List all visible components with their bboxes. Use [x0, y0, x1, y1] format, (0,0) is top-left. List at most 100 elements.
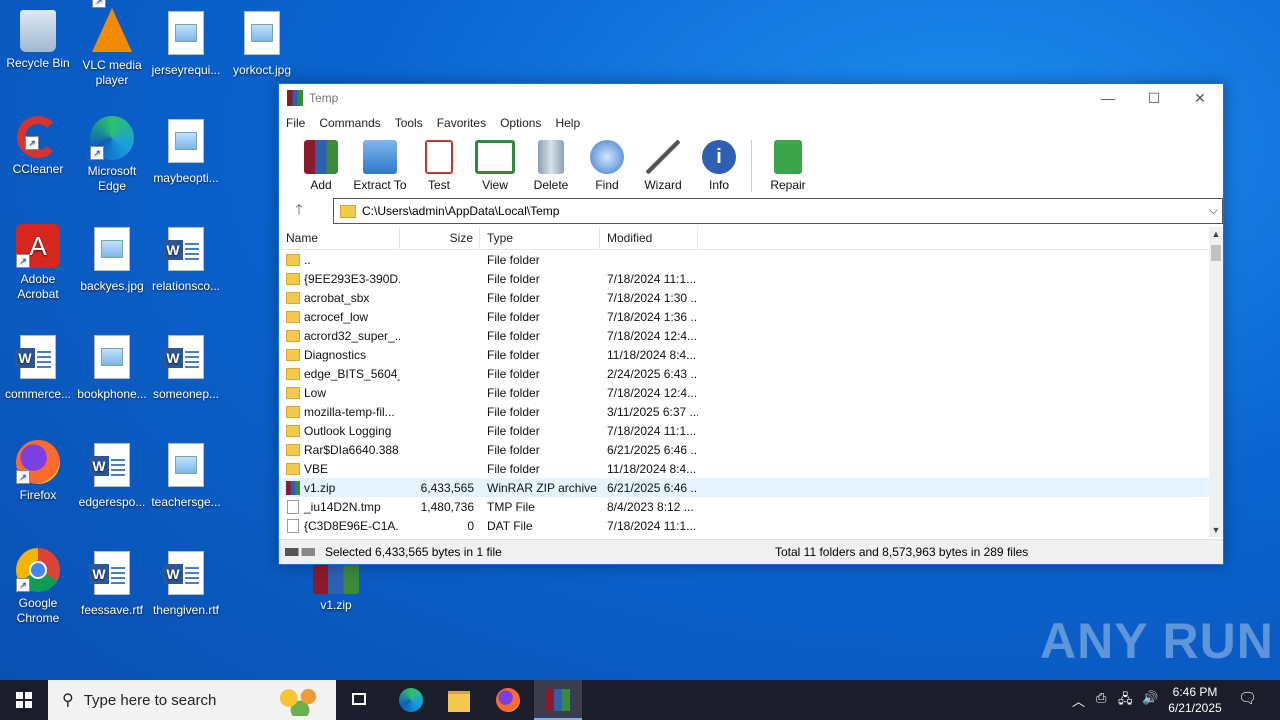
file-row[interactable]: acrocef_low File folder 7/18/2024 1:36 ... [279, 307, 1209, 326]
taskbar-firefox[interactable] [484, 680, 532, 720]
folder-icon [286, 405, 300, 418]
column-type[interactable]: Type [480, 227, 600, 249]
taskbar-winrar[interactable] [534, 680, 582, 720]
file-row[interactable]: Outlook Logging File folder 7/18/2024 11:1… [279, 421, 1209, 440]
desktop-icon-relationsco[interactable]: W relationsco... [148, 224, 224, 294]
chevron-down-icon[interactable]: ⌵ [1209, 203, 1218, 218]
file-row[interactable]: .. File folder [279, 250, 1209, 269]
file-row[interactable]: VBE File folder 11/18/2024 8:4... [279, 459, 1209, 478]
volume-icon[interactable]: 🔊 [1142, 690, 1158, 706]
file-row[interactable]: acrord32_super_... File folder 7/18/2024 1… [279, 326, 1209, 345]
file-type: DAT File [487, 518, 533, 533]
file-row[interactable]: edge_BITS_5604_... File folder 2/24/2025 6… [279, 364, 1209, 383]
menu-commands[interactable]: Commands [319, 116, 380, 130]
image-file-icon [238, 11, 286, 59]
winrar-icon [546, 689, 570, 711]
taskbar-edge[interactable] [388, 680, 436, 720]
file-row[interactable]: {C3D8E96E-C1A... 0 DAT File 7/18/2024 11:1.… [279, 516, 1209, 535]
vertical-scrollbar[interactable]: ▲ ▼ [1209, 227, 1223, 537]
start-button[interactable] [0, 680, 48, 720]
desktop-icon-teachersge[interactable]: teachersge... [148, 440, 224, 510]
windows-logo-icon [16, 692, 32, 708]
wizard-button[interactable]: Wizard [635, 140, 691, 192]
winrar-icon [287, 90, 303, 106]
title-bar[interactable]: Temp — ☐ ✕ [279, 84, 1223, 112]
scroll-down-icon[interactable]: ▼ [1209, 525, 1223, 535]
file-modified: 11/18/2024 8:4... [607, 461, 697, 476]
clock[interactable]: 6:46 PM 6/21/2025 [1166, 684, 1224, 716]
column-modified[interactable]: Modified [600, 227, 698, 249]
up-arrow-icon[interactable]: 🡑 [279, 199, 319, 223]
taskbar-search[interactable]: ⚲ Type here to search [48, 680, 336, 720]
file-size: 0 [467, 518, 474, 533]
desktop-icon-adobe-acrobat[interactable]: A ↗ Adobe Acrobat [0, 224, 76, 302]
extract-to-button[interactable]: Extract To [349, 140, 411, 192]
menu-help[interactable]: Help [555, 116, 580, 130]
desktop-icon-jerseyrequi[interactable]: jerseyrequi... [148, 8, 224, 78]
desktop-icon-edge[interactable]: ↗ Microsoft Edge [74, 116, 150, 194]
folder-icon [340, 204, 356, 218]
menu-options[interactable]: Options [500, 116, 541, 130]
minimize-button[interactable]: — [1085, 84, 1131, 112]
folder-icon [448, 691, 470, 712]
path-field[interactable]: C:\Users\admin\AppData\Local\Temp ⌵ [333, 198, 1223, 224]
firefox-icon [496, 688, 520, 712]
desktop-icon-ccleaner[interactable]: ↗ CCleaner [0, 116, 76, 177]
notification-icon[interactable]: 🗨 [1238, 689, 1257, 707]
folder-icon [286, 291, 300, 304]
network-icon[interactable]: 🖧 [1118, 690, 1133, 712]
file-row[interactable]: Rar$DIa6640.388... File folder 6/21/2025 6… [279, 440, 1209, 459]
magnifier-icon [590, 140, 624, 174]
menu-favorites[interactable]: Favorites [437, 116, 486, 130]
image-file-icon [162, 443, 210, 491]
desktop-icon-someonep[interactable]: W someonep... [148, 332, 224, 402]
delete-button[interactable]: Delete [523, 140, 579, 192]
desktop-icon-yorkoct[interactable]: yorkoct.jpg [224, 8, 300, 78]
info-button[interactable]: i Info [691, 140, 747, 192]
file-row[interactable]: v1.zip 6,433,565 WinRAR ZIP archive 6/21/20… [279, 478, 1209, 497]
file-size: 1,480,736 [420, 499, 474, 514]
desktop-icon-vlc[interactable]: ↗ VLC media player [74, 0, 150, 88]
column-size[interactable]: Size [400, 227, 480, 249]
file-name: VBE [304, 461, 329, 476]
menu-bar: File Commands Tools Favorites Options He… [279, 112, 1223, 134]
taskbar-file-explorer[interactable] [436, 680, 484, 720]
file-row[interactable]: _iu14D2N.tmp 1,480,736 TMP File 8/4/2023 8:… [279, 497, 1209, 516]
tray-overflow-chevron-icon[interactable]: ︿ [1072, 691, 1085, 710]
desktop-icon-firefox[interactable]: ↗ Firefox [0, 440, 76, 503]
column-name[interactable]: Name [279, 227, 400, 249]
find-button[interactable]: Find [579, 140, 635, 192]
search-placeholder: Type here to search [83, 691, 217, 709]
view-button[interactable]: View [467, 140, 523, 192]
desktop-icon-edgerespo[interactable]: W edgerespo... [74, 440, 150, 510]
desktop-icon-bookphone[interactable]: bookphone... [74, 332, 150, 402]
menu-tools[interactable]: Tools [395, 116, 423, 130]
add-button[interactable]: Add [293, 140, 349, 192]
test-button[interactable]: Test [411, 140, 467, 192]
scroll-thumb[interactable] [1211, 245, 1221, 261]
desktop-icon-thengiven[interactable]: W thengiven.rtf [148, 548, 224, 618]
file-row[interactable]: Low File folder 7/18/2024 12:4... [279, 383, 1209, 402]
desktop-icon-feessave[interactable]: W feessave.rtf [74, 548, 150, 618]
file-row[interactable]: Diagnostics File folder 11/18/2024 8:4... [279, 345, 1209, 364]
desktop-icon-backyes[interactable]: backyes.jpg [74, 224, 150, 294]
task-view-button[interactable] [336, 680, 384, 720]
scroll-up-icon[interactable]: ▲ [1209, 229, 1223, 239]
file-row[interactable]: {9EE293E3-390D... File folder 7/18/2024 11… [279, 269, 1209, 288]
desktop-icon-commerce[interactable]: W commerce... [0, 332, 76, 402]
file-modified: 7/18/2024 12:4... [607, 328, 698, 343]
menu-file[interactable]: File [286, 116, 305, 130]
close-button[interactable]: ✕ [1177, 84, 1223, 112]
maximize-button[interactable]: ☐ [1131, 84, 1177, 112]
file-row[interactable]: mozilla-temp-fil... File folder 3/11/2025 … [279, 402, 1209, 421]
desktop-icon-maybeopti[interactable]: maybeopti... [148, 116, 224, 186]
file-name-cell: v1.zip [279, 480, 400, 495]
file-type: File folder [487, 347, 540, 362]
file-row[interactable]: acrobat_sbx File folder 7/18/2024 1:30 ... [279, 288, 1209, 307]
tray-device-icon[interactable]: ⎙ [1096, 690, 1106, 706]
desktop-icon-chrome[interactable]: ↗ Google Chrome [0, 548, 76, 626]
window-title: Temp [309, 91, 339, 105]
file-modified: 6/21/2025 6:46 ... [607, 480, 698, 495]
repair-button[interactable]: Repair [760, 140, 816, 192]
desktop-icon-recycle-bin[interactable]: Recycle Bin [0, 8, 76, 71]
